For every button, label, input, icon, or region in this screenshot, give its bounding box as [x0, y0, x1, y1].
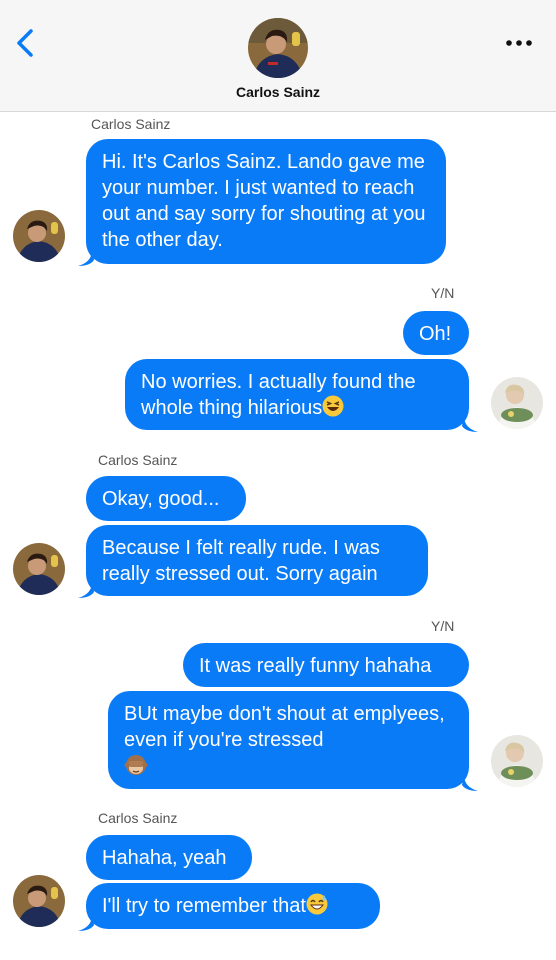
message-bubble-incoming[interactable]: Hahaha, yeah: [86, 835, 252, 880]
bubble-tail: [78, 582, 94, 598]
bubble-tail: [78, 250, 94, 266]
carlos-avatar[interactable]: [13, 543, 65, 595]
contact-name[interactable]: Carlos Sainz: [0, 84, 556, 100]
message-bubble-outgoing[interactable]: Oh!: [403, 311, 469, 355]
message-bubble-incoming[interactable]: I'll try to remember that: [86, 883, 380, 929]
grinning-sweat-emoji: [306, 893, 328, 915]
sender-label: Carlos Sainz: [91, 116, 171, 132]
message-bubble-outgoing[interactable]: No worries. I actually found the whole t…: [125, 359, 469, 430]
bubble-tail: [78, 915, 94, 931]
yn-avatar[interactable]: [491, 735, 543, 787]
message-bubble-incoming[interactable]: Because I felt really rude. I was really…: [86, 525, 428, 596]
see-no-evil-monkey-emoji: [124, 755, 148, 775]
message-bubble-incoming[interactable]: Hi. It's Carlos Sainz. Lando gave me you…: [86, 139, 446, 264]
message-text: No worries. I actually found the whole t…: [141, 371, 416, 419]
carlos-avatar[interactable]: [13, 875, 65, 927]
sender-label: Carlos Sainz: [98, 452, 178, 468]
bubble-tail: [462, 416, 478, 432]
more-dots-icon[interactable]: [504, 36, 534, 50]
yn-avatar[interactable]: [491, 377, 543, 429]
chevron-left-icon[interactable]: [12, 28, 40, 58]
message-text: I'll try to remember that: [102, 895, 306, 917]
contact-avatar[interactable]: [248, 18, 308, 78]
sender-label: Y/N: [431, 285, 455, 301]
bubble-tail: [462, 775, 478, 791]
conversation-header: Carlos Sainz: [0, 0, 556, 112]
sender-label: Y/N: [431, 618, 455, 634]
laughing-squint-emoji: [322, 395, 344, 417]
message-bubble-incoming[interactable]: Okay, good...: [86, 476, 246, 521]
sender-label: Carlos Sainz: [98, 810, 178, 826]
message-bubble-outgoing[interactable]: It was really funny hahaha: [183, 643, 469, 687]
message-text: BUt maybe don't shout at emplyees, even …: [124, 703, 445, 751]
message-bubble-outgoing[interactable]: BUt maybe don't shout at emplyees, even …: [108, 691, 469, 789]
carlos-avatar[interactable]: [13, 210, 65, 262]
